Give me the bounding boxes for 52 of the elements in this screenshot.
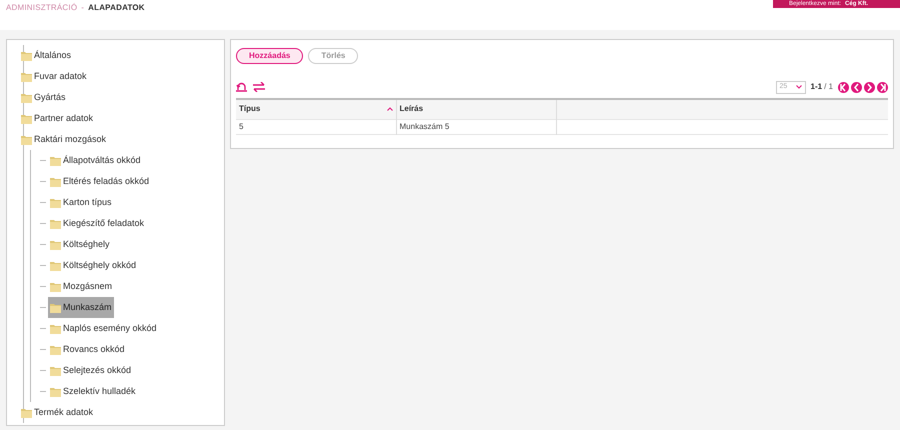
tree-item[interactable]: Fuvar adatok (19, 66, 89, 87)
swap-arrows-icon[interactable] (253, 82, 265, 92)
folder-icon (21, 92, 32, 103)
action-button[interactable]: Hozzáadás (236, 48, 304, 64)
tree-item[interactable]: Költséghely okkód (48, 255, 138, 276)
tree-item[interactable]: Gyártás (19, 87, 68, 108)
previous-page-icon[interactable] (851, 82, 862, 92)
folder-icon (50, 323, 61, 334)
breadcrumb-separator: - (81, 2, 84, 14)
tree-item[interactable]: Mozgásnem (48, 276, 114, 297)
breadcrumb-current: ALAPADATOK (88, 2, 145, 14)
column-header[interactable]: Típus (236, 99, 396, 119)
column-header[interactable]: Leírás (396, 99, 556, 119)
folder-icon (50, 260, 61, 271)
tree-item[interactable]: Költséghely (48, 234, 112, 255)
tree-item[interactable]: Állapotváltás okkód (48, 150, 143, 171)
table-cell: 5 (236, 119, 396, 134)
tree-item[interactable]: Raktári mozgások (19, 129, 108, 150)
tree-item[interactable]: Karton típus (48, 192, 114, 213)
tree-item[interactable]: Kiegészítő feladatok (48, 213, 146, 234)
refresh-icon[interactable] (236, 82, 247, 92)
folder-icon (50, 239, 61, 250)
table-cell: Munkaszám 5 (396, 119, 556, 134)
folder-icon (21, 71, 32, 82)
page-total: / 1 (824, 81, 833, 93)
tree-item[interactable]: Eltérés feladás okkód (48, 171, 152, 192)
chevron-icon (796, 85, 802, 89)
tree-item[interactable]: Partner adatok (19, 108, 96, 129)
tree-item[interactable]: Termék adatok (19, 402, 96, 423)
folder-icon (50, 386, 61, 397)
last-page-icon[interactable] (877, 82, 888, 92)
folder-icon (50, 197, 61, 208)
tree-item[interactable]: Selejtezés okkód (48, 360, 134, 381)
folder-icon (21, 407, 32, 418)
tree-item[interactable]: Szelektív hulladék (48, 381, 138, 402)
folder-icon (50, 218, 61, 229)
tree-item[interactable]: Munkaszám (48, 297, 114, 318)
folder-icon (50, 344, 61, 355)
folder-icon (21, 134, 32, 145)
tree-item[interactable]: Általános (19, 45, 74, 66)
next-page-icon[interactable] (864, 82, 875, 92)
first-page-icon[interactable] (838, 82, 849, 92)
folder-icon (50, 365, 61, 376)
folder-icon (50, 302, 61, 313)
folder-icon (50, 155, 61, 166)
folder-icon (21, 113, 32, 124)
folder-icon (21, 50, 32, 61)
tree-item[interactable]: Rovancs okkód (48, 339, 127, 360)
folder-icon (50, 281, 61, 292)
page-range: 1-1 (810, 81, 822, 93)
tree-item[interactable]: Naplós esemény okkód (48, 318, 159, 339)
folder-icon (50, 176, 61, 187)
